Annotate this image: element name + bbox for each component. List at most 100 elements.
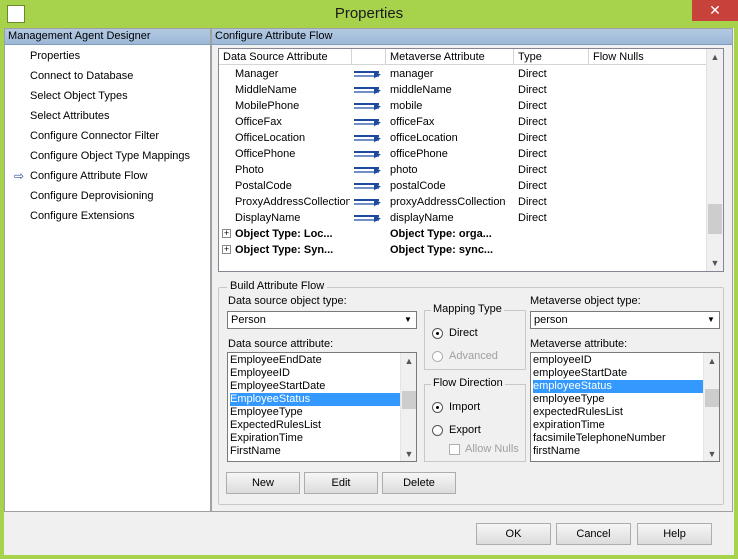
cancel-button[interactable]: Cancel xyxy=(556,523,631,545)
flow-import-label: Import xyxy=(449,401,481,413)
grid-column-header[interactable]: Metaverse Attribute xyxy=(386,49,514,65)
scroll-up-icon[interactable]: ▲ xyxy=(401,353,416,369)
ds-attribute-item[interactable]: EmployeeID xyxy=(230,367,290,380)
mv-attribute-item[interactable]: employeeID xyxy=(533,354,592,367)
ds-attribute-label: Data source attribute: xyxy=(228,338,334,350)
title-bar[interactable]: Properties ✕ xyxy=(0,0,738,28)
mv-object-type-select[interactable]: person ▼ xyxy=(530,311,720,329)
designer-nav-pane: Management Agent Designer ⇨ Properties Co… xyxy=(4,28,211,512)
flow-direction-label: Flow Direction xyxy=(431,377,505,389)
grid-column-header[interactable]: Data Source Attribute xyxy=(219,49,352,65)
group-metaverse-cell: Object Type: sync... xyxy=(390,244,494,256)
chevron-down-icon[interactable]: ▼ xyxy=(401,313,415,327)
properties-window: Properties ✕ Management Agent Designer ⇨… xyxy=(0,0,738,559)
ds-object-type-select[interactable]: Person ▼ xyxy=(227,311,417,329)
scroll-up-icon[interactable]: ▲ xyxy=(707,49,723,65)
grid-type-cell: Direct xyxy=(518,212,547,224)
mv-list-thumb[interactable] xyxy=(705,389,719,407)
flow-arrowhead-icon: ▶ xyxy=(374,149,381,159)
grid-source-cell: MiddleName xyxy=(235,84,297,96)
flow-arrowhead-icon: ▶ xyxy=(374,133,381,143)
grid-type-cell: Direct xyxy=(518,116,547,128)
nav-item[interactable]: Configure Deprovisioning xyxy=(30,188,154,204)
flow-import-radio[interactable] xyxy=(432,402,443,413)
group-source-cell: Object Type: Loc... xyxy=(235,228,333,240)
grid-type-cell: Direct xyxy=(518,180,547,192)
grid-type-cell: Direct xyxy=(518,68,547,80)
ds-object-type-value: Person xyxy=(231,314,266,326)
grid-column-header[interactable] xyxy=(352,49,386,65)
scroll-up-icon[interactable]: ▲ xyxy=(704,353,719,369)
mapping-advanced-label: Advanced xyxy=(449,350,498,362)
flow-direction-group: Flow Direction Import Export Allow Nulls xyxy=(424,377,526,462)
scroll-thumb[interactable] xyxy=(708,204,722,234)
scroll-down-icon[interactable]: ▼ xyxy=(704,446,719,461)
ds-attribute-item[interactable]: EmployeeStartDate xyxy=(230,380,325,393)
mv-attribute-label: Metaverse attribute: xyxy=(530,338,628,350)
new-button[interactable]: New xyxy=(226,472,300,494)
ds-attribute-item[interactable]: ExpirationTime xyxy=(230,432,303,445)
attribute-flow-grid[interactable]: Data Source Attribute Metaverse Attribute… xyxy=(218,48,724,272)
grid-type-cell: Direct xyxy=(518,100,547,112)
allow-nulls-checkbox[interactable] xyxy=(449,444,460,455)
ds-attribute-item[interactable]: EmployeeEndDate xyxy=(230,354,322,367)
chevron-down-icon[interactable]: ▼ xyxy=(704,313,718,327)
delete-button[interactable]: Delete xyxy=(382,472,456,494)
flow-arrowhead-icon: ▶ xyxy=(374,69,381,79)
ds-attribute-item[interactable]: FirstName xyxy=(230,445,281,458)
nav-item[interactable]: Connect to Database xyxy=(30,68,133,84)
group-source-cell: Object Type: Syn... xyxy=(235,244,334,256)
mv-attribute-list[interactable]: employeeID employeeStartDate employeeStatu… xyxy=(530,352,720,462)
ds-attribute-item[interactable]: ExpectedRulesList xyxy=(230,419,321,432)
nav-item[interactable]: Select Object Types xyxy=(30,88,128,104)
grid-scrollbar[interactable]: ▲ ▼ xyxy=(706,49,723,271)
mv-attribute-item[interactable]: employeeStartDate xyxy=(533,367,627,380)
flow-arrowhead-icon: ▶ xyxy=(374,165,381,175)
nav-item[interactable]: Configure Connector Filter xyxy=(30,128,159,144)
mv-attribute-item[interactable]: facsimileTelephoneNumber xyxy=(533,432,666,445)
grid-source-cell: Photo xyxy=(235,164,264,176)
grid-type-cell: Direct xyxy=(518,196,547,208)
attribute-flow-pane: Configure Attribute Flow Data Source Att… xyxy=(211,28,733,512)
nav-header: Management Agent Designer xyxy=(5,29,210,45)
flow-arrowhead-icon: ▶ xyxy=(374,117,381,127)
build-group-label: Build Attribute Flow xyxy=(227,280,328,292)
mapping-direct-radio[interactable] xyxy=(432,328,443,339)
nav-item[interactable]: Configure Extensions xyxy=(30,208,135,224)
grid-metaverse-cell: postalCode xyxy=(390,180,446,192)
nav-item[interactable]: Configure Object Type Mappings xyxy=(30,148,190,164)
grid-column-header[interactable]: Flow Nulls xyxy=(589,49,707,65)
ds-attribute-list[interactable]: EmployeeEndDate EmployeeID EmployeeStartDa… xyxy=(227,352,417,462)
ds-list-scrollbar[interactable]: ▲ ▼ xyxy=(400,353,416,461)
ok-button[interactable]: OK xyxy=(476,523,551,545)
nav-item[interactable]: Configure Attribute Flow xyxy=(30,168,147,184)
ds-attribute-item[interactable]: EmployeeType xyxy=(230,406,303,419)
flow-export-radio[interactable] xyxy=(432,425,443,436)
mv-attribute-item[interactable]: expectedRulesList xyxy=(533,406,623,419)
mv-attribute-item[interactable]: expirationTime xyxy=(533,419,605,432)
grid-source-cell: ProxyAddressCollection xyxy=(235,196,350,208)
mapping-advanced-radio[interactable] xyxy=(432,351,443,362)
help-button[interactable]: Help xyxy=(637,523,712,545)
close-button[interactable]: ✕ xyxy=(692,0,738,21)
scroll-down-icon[interactable]: ▼ xyxy=(707,255,723,271)
grid-metaverse-cell: officePhone xyxy=(390,148,448,160)
expand-plus-icon[interactable]: + xyxy=(222,245,231,254)
scroll-down-icon[interactable]: ▼ xyxy=(401,446,416,461)
grid-column-header[interactable]: Type xyxy=(514,49,589,65)
ds-attribute-item[interactable]: EmployeeStatus xyxy=(230,393,400,406)
mv-attribute-item[interactable]: firstName xyxy=(533,445,580,458)
expand-plus-icon[interactable]: + xyxy=(222,229,231,238)
flow-arrowhead-icon: ▶ xyxy=(374,213,381,223)
mapping-type-group: Mapping Type Direct Advanced xyxy=(424,303,526,370)
edit-button[interactable]: Edit xyxy=(304,472,378,494)
ds-list-thumb[interactable] xyxy=(402,391,416,409)
nav-item[interactable]: Select Attributes xyxy=(30,108,110,124)
mv-list-scrollbar[interactable]: ▲ ▼ xyxy=(703,353,719,461)
nav-item[interactable]: Properties xyxy=(30,48,80,64)
grid-type-cell: Direct xyxy=(518,164,547,176)
mv-attribute-item[interactable]: employeeStatus xyxy=(533,380,703,393)
grid-metaverse-cell: mobile xyxy=(390,100,423,112)
flow-arrowhead-icon: ▶ xyxy=(374,101,381,111)
mv-attribute-item[interactable]: employeeType xyxy=(533,393,605,406)
